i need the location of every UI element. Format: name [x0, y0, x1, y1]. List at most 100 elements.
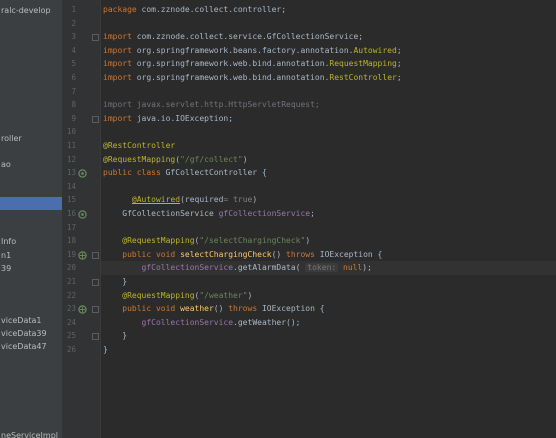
- line-number: 9: [71, 113, 76, 123]
- line-number: 11: [66, 141, 76, 150]
- line-number: 21: [66, 277, 76, 286]
- brace: }: [122, 331, 128, 341]
- field-name: gfCollectionService: [218, 209, 311, 218]
- code-line-15[interactable]: @Autowired(required= true): [101, 193, 556, 207]
- code-line-1[interactable]: package com.zznode.collect.controller;: [101, 3, 556, 17]
- line-number: 23: [66, 304, 76, 314]
- code-line-20[interactable]: gfCollectionService.getAlarmData( token:…: [101, 261, 556, 275]
- annotation: @RequestMapping: [122, 290, 195, 300]
- code-line-21[interactable]: }: [101, 275, 556, 289]
- keyword: throws: [228, 304, 258, 314]
- tree-item-serviceimpl[interactable]: neServiceImpl: [0, 429, 62, 438]
- code-line-9[interactable]: import java.io.IOException;: [101, 112, 556, 126]
- import-annotation: Autowired: [353, 45, 397, 55]
- fold-marker-icon[interactable]: [92, 306, 99, 313]
- fold-marker-icon[interactable]: [92, 116, 99, 123]
- exception-type: IOException {: [257, 304, 325, 314]
- line-number: 1: [71, 5, 76, 14]
- code-line-18[interactable]: @RequestMapping("/selectChargingCheck"): [101, 234, 556, 248]
- keyword: null: [338, 263, 363, 273]
- param-hint: = true: [223, 195, 253, 205]
- package-name: com.zznode.collect.controller;: [136, 5, 287, 14]
- code-line-5[interactable]: import org.springframework.web.bind.anno…: [101, 57, 556, 71]
- keyword: import: [103, 59, 132, 69]
- code-line-6[interactable]: import org.springframework.web.bind.anno…: [101, 71, 556, 85]
- spring-bean-icon[interactable]: [78, 210, 87, 219]
- spring-bean-icon[interactable]: [78, 169, 87, 178]
- type-name: GfCollectionService: [122, 209, 219, 218]
- code-line-11[interactable]: @RestController: [101, 139, 556, 153]
- line-number: 25: [66, 331, 76, 341]
- line-number: 6: [71, 73, 76, 82]
- fold-marker-icon[interactable]: [92, 279, 99, 286]
- line-number: 8: [71, 100, 76, 110]
- web-mapping-icon[interactable]: [78, 251, 87, 260]
- tree-item-info[interactable]: Info: [0, 235, 62, 248]
- keyword: import: [103, 32, 132, 42]
- tree-item-dao[interactable]: ao: [0, 158, 62, 171]
- keyword: import: [103, 113, 132, 123]
- code-line-13[interactable]: public class GfCollectController {: [101, 166, 556, 180]
- keyword: public void: [122, 249, 176, 259]
- code-line-12[interactable]: @RequestMapping("/gf/collect"): [101, 153, 556, 167]
- keyword: throws: [286, 249, 315, 259]
- fold-marker-icon[interactable]: [92, 252, 99, 259]
- brace: }: [122, 277, 128, 286]
- method-name: selectChargingCheck: [175, 249, 272, 259]
- code-line-24[interactable]: gfCollectionService.getWeather();: [101, 316, 556, 330]
- line-number: 15: [66, 195, 76, 205]
- method-call: .getAlarmData(: [233, 263, 306, 273]
- tree-item-controller[interactable]: roller: [0, 132, 62, 145]
- annotation: @RequestMapping: [103, 154, 176, 164]
- line-number: 24: [66, 317, 76, 327]
- code-line-23[interactable]: public void weather() throws IOException…: [101, 302, 556, 316]
- code-line-16[interactable]: GfCollectionService gfCollectionService;: [101, 207, 556, 221]
- code-line-22[interactable]: @RequestMapping("/weather"): [101, 289, 556, 303]
- exception-type: IOException {: [314, 249, 383, 259]
- code-line-3[interactable]: import com.zznode.collect.service.GfColl…: [101, 30, 556, 44]
- code-editor[interactable]: package com.zznode.collect.controller; i…: [101, 0, 556, 438]
- tree-item-servicedata1[interactable]: viceData1: [0, 314, 62, 327]
- semicolon: ;: [396, 73, 402, 82]
- semicolon: ;: [310, 209, 315, 218]
- keyword: public class: [103, 168, 161, 178]
- line-number: 12: [66, 154, 76, 164]
- line-number: 18: [66, 236, 76, 246]
- field-name: gfCollectionService: [141, 263, 234, 273]
- import-path: org.springframework.web.bind.annotation.: [131, 59, 330, 69]
- semicolon: ;: [396, 45, 402, 55]
- code-line-19[interactable]: public void selectChargingCheck() throws…: [101, 248, 556, 262]
- import-annotation: RequestMapping: [329, 59, 397, 69]
- line-number: 7: [71, 86, 76, 96]
- keyword: package: [103, 5, 137, 14]
- method-name: weather: [175, 304, 214, 314]
- import-path: org.springframework.web.bind.annotation.: [131, 73, 330, 82]
- tree-item-n1[interactable]: n1: [0, 249, 62, 262]
- import-path: java.io.IOException;: [131, 113, 234, 123]
- brace: }: [103, 345, 108, 354]
- code-line-25[interactable]: }: [101, 329, 556, 343]
- tree-item-39[interactable]: 39: [0, 262, 62, 275]
- tree-item-selected[interactable]: [0, 197, 62, 210]
- line-number: 17: [66, 222, 76, 232]
- web-mapping-icon[interactable]: [78, 305, 87, 314]
- line-number: 2: [71, 18, 76, 28]
- line-number: 14: [66, 181, 76, 191]
- tree-item-servicedata39[interactable]: viceData39: [0, 327, 62, 340]
- keyword: import: [103, 45, 132, 55]
- line-number: 5: [71, 59, 76, 69]
- field-name: gfCollectionService: [141, 317, 234, 327]
- project-root-item[interactable]: ralc-develop: [0, 4, 62, 17]
- fold-marker-icon[interactable]: [92, 333, 99, 340]
- import-path: org.springframework.beans.factory.annota…: [131, 45, 354, 55]
- line-number: 19: [66, 249, 76, 259]
- code-line-8[interactable]: import javax.servlet.http.HttpServletReq…: [101, 98, 556, 112]
- unused-import: import javax.servlet.http.HttpServletReq…: [103, 100, 320, 110]
- fold-marker-icon[interactable]: [92, 34, 99, 41]
- code-line-26[interactable]: }: [101, 343, 556, 357]
- annotation: @Autowired: [131, 195, 181, 205]
- semicolon: ;: [396, 59, 402, 69]
- tree-item-servicedata47[interactable]: viceData47: [0, 340, 62, 353]
- parens: (): [213, 304, 229, 314]
- code-line-4[interactable]: import org.springframework.beans.factory…: [101, 44, 556, 58]
